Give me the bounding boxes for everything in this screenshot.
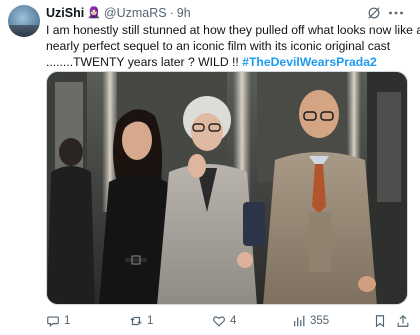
reply-icon [47, 316, 59, 328]
timestamp[interactable]: 9h [177, 6, 191, 20]
views-icon [294, 315, 305, 327]
views-button[interactable]: 355 [292, 312, 329, 330]
photo-illustration [47, 72, 407, 304]
tweet-text-line-prefix: ........TWENTY years later ? WILD !! [46, 55, 243, 69]
hashtag-link[interactable]: #TheDevilWearsPrada2 [242, 55, 377, 69]
tweet-text-line: I am honestly still stunned at how they … [46, 23, 420, 37]
reply-button[interactable]: 1 [46, 312, 70, 330]
tweet-text-line: ........TWENTY years later ? WILD !! #Th… [46, 54, 412, 70]
retweet-icon [130, 316, 142, 326]
bookmark-icon [375, 315, 385, 328]
tweet[interactable]: UziShi 🧕🏻 @UzmaRS · 9h I am honestly sti… [0, 0, 420, 335]
share-button[interactable] [396, 312, 410, 330]
like-button[interactable]: 4 [212, 312, 236, 330]
retweet-button[interactable]: 1 [129, 312, 153, 330]
views-count: 355 [310, 315, 330, 327]
tweet-header: UziShi 🧕🏻 @UzmaRS · 9h [46, 5, 191, 21]
tweet-text-line: nearly perfect sequel to an iconic film … [46, 39, 391, 53]
separator: · [169, 6, 174, 20]
more-icon[interactable] [388, 6, 404, 20]
avatar[interactable] [8, 5, 40, 37]
tweet-text: I am honestly still stunned at how they … [46, 22, 420, 70]
action-bar: 1 1 4 355 [46, 312, 412, 330]
reply-count: 1 [64, 315, 71, 327]
like-icon [213, 316, 225, 327]
hijab-emoji: 🧕🏻 [87, 7, 101, 19]
like-count: 4 [230, 315, 237, 327]
handle[interactable]: @UzmaRS [104, 6, 167, 20]
tweet-photo[interactable] [46, 71, 408, 305]
display-name[interactable]: UziShi [46, 6, 84, 20]
grok-icon[interactable] [367, 6, 381, 20]
retweet-count: 1 [147, 315, 154, 327]
share-icon [397, 314, 409, 327]
bookmark-button[interactable] [373, 312, 387, 330]
